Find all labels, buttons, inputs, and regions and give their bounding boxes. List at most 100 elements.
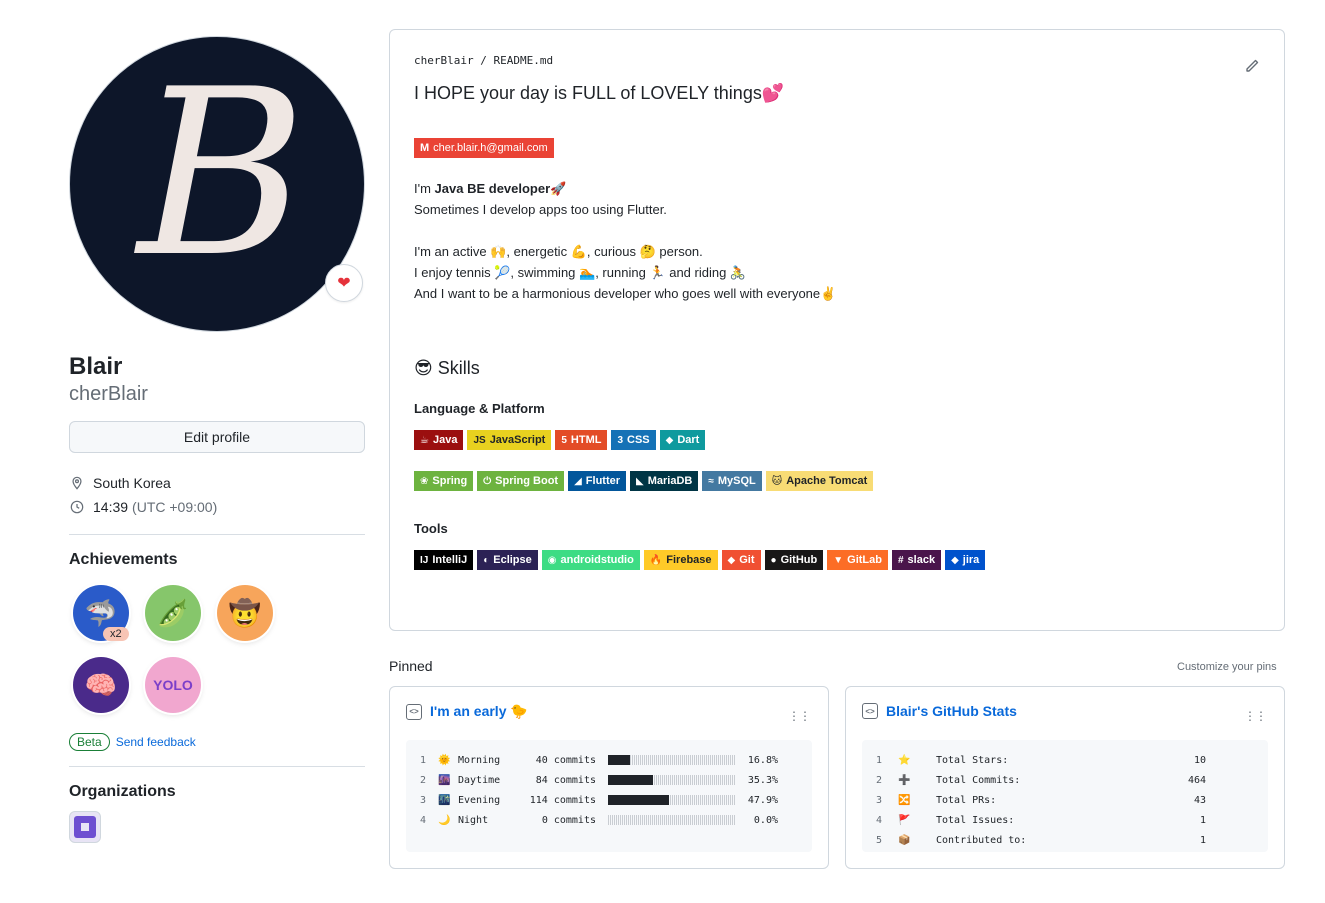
achievement-tier: x2 bbox=[103, 627, 129, 641]
skill-badge-label: CSS bbox=[627, 434, 650, 446]
time-icon: 🌞 bbox=[438, 754, 451, 766]
clock-icon bbox=[69, 499, 85, 515]
readme-file[interactable]: README.md bbox=[493, 54, 553, 67]
skill-badge-label: androidstudio bbox=[560, 554, 634, 566]
achievement-badge-pea[interactable]: 🫛 bbox=[145, 585, 201, 641]
apache-tomcat-icon: 🐱 bbox=[771, 475, 783, 487]
platform-badges: ❀ Spring ⏻ Spring Boot ◢ Flutter ◣ MariaDB ≈ MySQ… bbox=[414, 471, 1260, 491]
divider bbox=[69, 534, 365, 535]
stat-value: 43 bbox=[1193, 794, 1206, 806]
drag-handle-icon[interactable]: ⋮⋮ bbox=[1244, 709, 1267, 723]
readme-headline: I HOPE your day is FULL of LOVELY things… bbox=[414, 83, 785, 103]
row-number: 3 bbox=[420, 794, 427, 806]
stat-label: Contributed to: bbox=[936, 834, 1027, 846]
progress-bar bbox=[608, 775, 736, 785]
skill-badge-git: ◆ Git bbox=[721, 550, 761, 570]
achievement-badge-yolo[interactable]: YOLO bbox=[145, 657, 201, 713]
skill-badge-label: Apache Tomcat bbox=[786, 475, 868, 487]
avatar[interactable]: B bbox=[69, 36, 365, 332]
skill-badge-intellij: IJ IntelliJ bbox=[414, 550, 474, 570]
customize-pins-link[interactable]: Customize your pins bbox=[1177, 661, 1277, 673]
pencil-icon[interactable] bbox=[1244, 58, 1260, 74]
stat-value: 10 bbox=[1193, 754, 1206, 766]
progress-bar bbox=[608, 795, 736, 805]
intro-line-1: I'm Java BE developer🚀 bbox=[414, 178, 1260, 199]
skill-badge-eclipse: ◐ Eclipse bbox=[477, 550, 538, 570]
readme-owner[interactable]: cherBlair bbox=[414, 54, 474, 67]
row-number: 2 bbox=[876, 774, 883, 786]
achievement-badge-galaxy-brain[interactable]: 🧠 bbox=[73, 657, 129, 713]
organizations-title: Organizations bbox=[69, 783, 176, 800]
time-label: Daytime bbox=[458, 774, 501, 786]
pinned-heading: Pinned bbox=[389, 658, 433, 674]
html-icon: 5 bbox=[561, 434, 567, 446]
pinned-card-title[interactable]: <> Blair's GitHub Stats bbox=[862, 703, 1268, 719]
androidstudio-icon: ◉ bbox=[547, 554, 557, 566]
tools-heading: Tools bbox=[414, 521, 448, 536]
achievement-badge-shark[interactable]: 🦈 x2 bbox=[73, 585, 129, 641]
email-text: cher.blair.h@gmail.com bbox=[433, 142, 548, 154]
skill-badge-html: 5 HTML bbox=[555, 430, 608, 450]
commit-count: 84 commits bbox=[535, 774, 596, 786]
skill-badge-flutter: ◢ Flutter bbox=[568, 471, 627, 491]
intro-paragraph: I'm Java BE developer🚀 Sometimes I devel… bbox=[414, 178, 1260, 220]
organization-avatar[interactable] bbox=[69, 811, 101, 843]
about-paragraph: I'm an active 🙌, energetic 💪, curious 🤔 … bbox=[414, 241, 1260, 304]
time-icon: 🌃 bbox=[438, 794, 451, 806]
intro-line-2: Sometimes I develop apps too using Flutt… bbox=[414, 202, 667, 217]
stat-row: 1 ⭐ Total Stars: 10 bbox=[876, 750, 1254, 770]
profile-sidebar: B ❤ Blair cherBlair Edit profile South K… bbox=[69, 36, 365, 843]
commit-count: 0 commits bbox=[541, 814, 596, 826]
dart-icon: ◆ bbox=[665, 434, 674, 446]
divider bbox=[69, 766, 365, 767]
skill-badge-label: Firebase bbox=[666, 554, 712, 566]
send-feedback-link[interactable]: Send feedback bbox=[116, 735, 196, 749]
percent-value: 47.9% bbox=[747, 794, 778, 806]
cowboy-icon: 🤠 bbox=[228, 597, 262, 628]
slack-icon: # bbox=[897, 554, 904, 566]
heart-icon: ❤ bbox=[337, 275, 351, 292]
beta-feedback-row: Beta Send feedback bbox=[69, 733, 365, 751]
language-platform-heading: Language & Platform bbox=[414, 401, 545, 416]
location-row: South Korea bbox=[69, 471, 365, 495]
eclipse-icon: ◐ bbox=[483, 554, 490, 566]
drag-handle-icon[interactable]: ⋮⋮ bbox=[788, 709, 811, 723]
location-icon bbox=[69, 475, 85, 491]
row-number: 3 bbox=[876, 794, 883, 806]
jira-icon: ◆ bbox=[951, 554, 959, 566]
skill-badge-label: HTML bbox=[570, 434, 602, 446]
skill-badge-css: 3 CSS bbox=[611, 430, 656, 450]
repo-icon: <> bbox=[406, 703, 422, 720]
skill-badge-mariadb: ◣ MariaDB bbox=[630, 471, 699, 491]
skill-badge-mysql: ≈ MySQL bbox=[702, 471, 762, 491]
mariadb-icon: ◣ bbox=[636, 475, 644, 487]
progress-bar bbox=[608, 815, 736, 825]
skill-badge-apache-tomcat: 🐱 Apache Tomcat bbox=[765, 471, 874, 491]
achievement-badge-cowboy[interactable]: 🤠 bbox=[217, 585, 273, 641]
spring-icon: ❀ bbox=[420, 475, 429, 487]
time-icon: 🌆 bbox=[438, 774, 451, 786]
progress-bar bbox=[608, 755, 736, 765]
edit-profile-button[interactable]: Edit profile bbox=[69, 421, 365, 453]
stat-label: Total Issues: bbox=[936, 814, 1015, 826]
beta-label: Beta bbox=[69, 733, 110, 751]
intellij-icon: IJ bbox=[420, 554, 429, 566]
row-number: 4 bbox=[420, 814, 427, 826]
location-text: South Korea bbox=[93, 475, 171, 491]
pinned-card-title[interactable]: <> I'm an early 🐤 bbox=[406, 703, 812, 720]
skill-badge-label: MariaDB bbox=[647, 475, 693, 487]
email-badge[interactable]: M cher.blair.h@gmail.com bbox=[414, 138, 554, 158]
skill-badge-label: Spring bbox=[432, 475, 468, 487]
status-heart-button[interactable]: ❤ bbox=[325, 264, 363, 302]
percent-value: 0.0% bbox=[753, 814, 778, 826]
percent-value: 35.3% bbox=[747, 774, 778, 786]
skill-badge-dart: ◆ Dart bbox=[659, 430, 706, 450]
about-line-1: I'm an active 🙌, energetic 💪, curious 🤔 … bbox=[414, 244, 703, 259]
timezone-text: (UTC +09:00) bbox=[132, 499, 218, 515]
skill-badge-label: Dart bbox=[677, 434, 700, 446]
intro-pre: I'm bbox=[414, 181, 435, 196]
skill-badge-firebase: 🔥 Firebase bbox=[643, 550, 718, 570]
github-icon: ● bbox=[770, 554, 777, 566]
skill-badge-jira: ◆ jira bbox=[945, 550, 986, 570]
flutter-icon: ◢ bbox=[574, 475, 582, 487]
